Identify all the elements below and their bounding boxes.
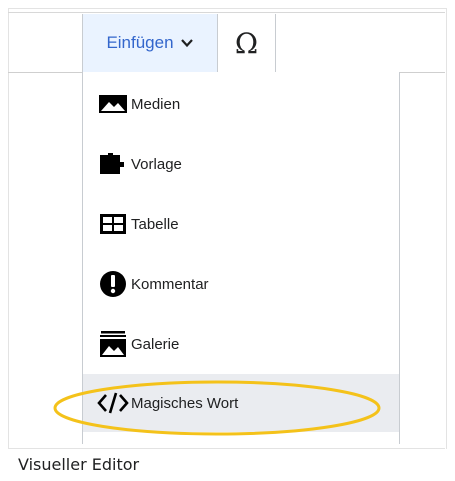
menu-item-label: Tabelle [131,215,179,233]
menu-item-kommentar[interactable]: Kommentar [83,256,399,312]
menu-item-galerie[interactable]: Galerie [83,316,399,372]
image-icon [97,88,129,120]
insert-menu-button[interactable]: Einfügen [82,14,218,72]
insert-dropdown-menu: Medien Vorlage Tabelle Kommentar Galerie… [82,72,400,444]
menu-item-label: Magisches Wort [131,394,239,412]
code-icon [97,387,129,419]
menu-item-label: Galerie [131,335,180,353]
insert-label: Einfügen [106,33,174,52]
omega-icon: Ω [234,26,259,60]
menu-item-tabelle[interactable]: Tabelle [83,196,399,252]
menu-item-label: Vorlage [131,155,182,173]
exclamation-icon [97,268,129,300]
menu-item-label: Medien [131,95,181,113]
menu-item-medien[interactable]: Medien [83,76,399,132]
caption-text: Visueller Editor [18,455,140,474]
table-icon [97,208,129,240]
menu-item-vorlage[interactable]: Vorlage [83,136,399,192]
puzzle-icon [97,148,129,180]
menu-item-magisches-wort[interactable]: Magisches Wort [83,374,399,432]
gallery-icon [97,328,129,360]
menu-item-label: Kommentar [131,275,209,293]
image-caption: Visueller Editor [8,448,445,481]
chevron-down-icon [180,39,193,48]
special-character-button[interactable]: Ω [218,14,276,72]
toolbar-top-border [8,12,445,13]
